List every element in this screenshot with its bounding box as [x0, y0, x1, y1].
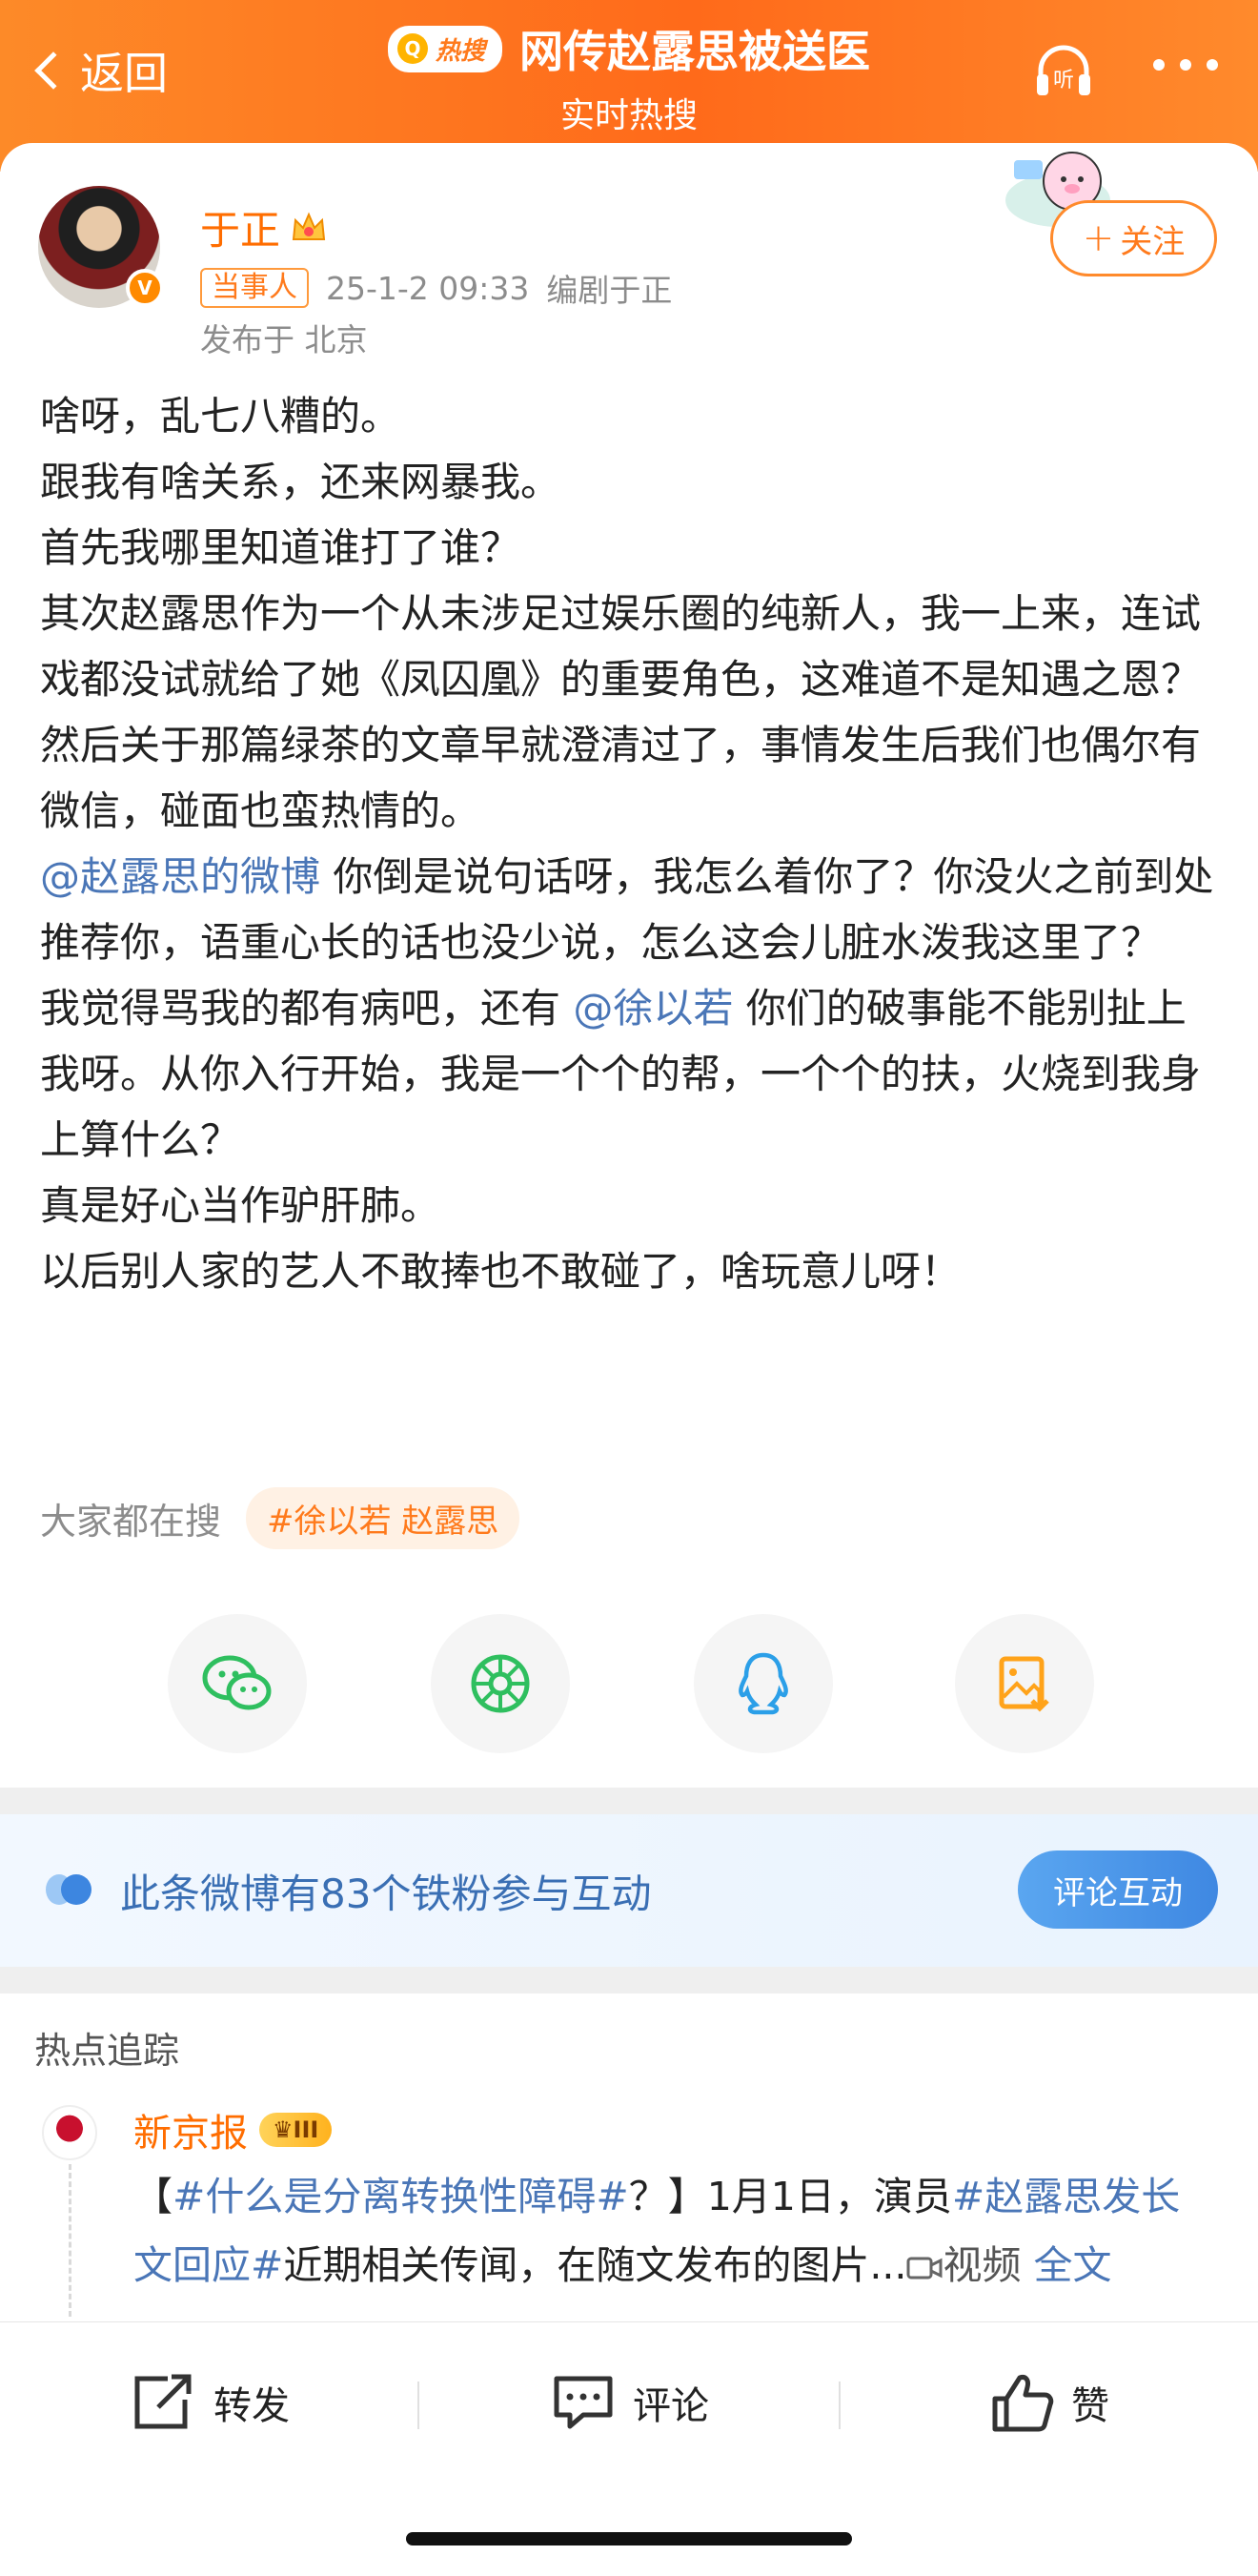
post-line: 跟我有啥关系，还来网暴我。: [40, 459, 561, 505]
separator: [417, 2382, 419, 2429]
headphones-icon[interactable]: 听: [1029, 36, 1098, 105]
post-line: @赵露思的微博 你倒是说句话呀，我怎么着你了？你没火之前到处推荐你，语重心长的话…: [40, 853, 1214, 966]
svg-text:听: 听: [1053, 69, 1074, 92]
plus-icon: +: [1082, 216, 1115, 260]
like-button[interactable]: 赞: [991, 2364, 1109, 2441]
post-location: 发布于 北京: [200, 321, 368, 358]
share-row: [0, 1614, 1258, 1753]
post-line: 啥呀，乱七八糟的。: [40, 393, 401, 440]
post-content: 啥呀，乱七八糟的。 跟我有啥关系，还来网暴我。 首先我哪里知道谁打了谁？ 其次赵…: [40, 383, 1222, 1304]
full-text-link[interactable]: 全文: [1034, 2242, 1112, 2288]
crown-icon: [292, 211, 326, 240]
trending-post-text[interactable]: 【#什么是分离转换性障碍#？】1月1日，演员#赵露思发长文回应#近期相关传闻，在…: [133, 2162, 1210, 2300]
follow-button[interactable]: + 关注: [1050, 200, 1217, 276]
role-tag: 当事人: [200, 268, 309, 308]
mention-link[interactable]: @徐以若: [573, 985, 733, 1032]
mention-link[interactable]: @赵露思的微博: [40, 853, 320, 900]
timeline-line: [69, 2164, 71, 2317]
search-chip[interactable]: #徐以若 赵露思: [246, 1487, 520, 1549]
save-image-button[interactable]: [955, 1614, 1094, 1753]
post-line: 我觉得骂我的都有病吧，还有 @徐以若 你们的破事能不能别扯上我呀。从你入行开始，…: [40, 985, 1202, 1163]
home-indicator: [406, 2532, 852, 2545]
more-options-icon[interactable]: [1153, 59, 1218, 71]
author-description: 编剧于正: [546, 272, 673, 309]
section-divider: [0, 1788, 1258, 1814]
trending-title: 热点追踪: [34, 2030, 180, 2072]
author-name[interactable]: 于正: [200, 198, 328, 256]
search-label: 大家都在搜: [40, 1501, 222, 1543]
share-qq-button[interactable]: [694, 1614, 833, 1753]
source-avatar[interactable]: [42, 2105, 97, 2160]
video-icon: [906, 2257, 943, 2280]
everyone-searching: 大家都在搜 #徐以若 赵露思: [40, 1487, 520, 1549]
post-line: 首先我哪里知道谁打了谁？: [40, 524, 521, 571]
post-timestamp: 25-1-2 09:33: [326, 269, 530, 307]
comment-icon: [554, 2376, 613, 2429]
post-line: 其次赵露思作为一个从未涉足过娱乐圈的纯新人，我一上来，连试戏都没试就给了她《凤囚…: [40, 590, 1202, 703]
qq-icon: [739, 1652, 788, 1715]
share-wechat-button[interactable]: [168, 1614, 307, 1753]
share-moments-button[interactable]: [431, 1614, 570, 1753]
moments-icon: [471, 1654, 530, 1713]
post-line: 真是好心当作驴肝肺。: [40, 1182, 441, 1229]
separator: [839, 2382, 841, 2429]
page-title: 网传赵露思被送医: [519, 26, 870, 77]
fans-icon: [46, 1874, 91, 1905]
save-image-icon: [999, 1656, 1049, 1712]
post-meta: 当事人 25-1-2 09:33 编剧于正: [200, 265, 672, 311]
post-line: 然后关于那篇绿茶的文章早就澄清过了，事情发生后我们也偶尔有微信，碰面也蛮热情的。: [40, 722, 1202, 834]
search-icon: Q: [396, 33, 428, 64]
level-badge: ♛ III: [259, 2113, 333, 2147]
post-line: 以后别人家的艺人不敢捧也不敢碰了，啥玩意儿呀！: [40, 1248, 962, 1295]
fans-interaction-banner: 此条微博有83个铁粉参与互动 评论互动: [0, 1814, 1258, 1967]
repost-button[interactable]: 转发: [130, 2364, 290, 2441]
repost-icon: [134, 2374, 192, 2429]
hot-search-badge: Q 热搜: [387, 25, 502, 72]
source-name[interactable]: 新京报 ♛ III: [133, 2102, 333, 2157]
comment-interact-button[interactable]: 评论互动: [1018, 1850, 1218, 1929]
fans-text: 此条微博有83个铁粉参与互动: [120, 1871, 652, 1917]
verified-badge-icon: V: [126, 269, 164, 307]
comment-button[interactable]: 评论: [551, 2364, 709, 2441]
section-divider: [0, 1967, 1258, 1993]
video-link[interactable]: 视频: [906, 2242, 1021, 2288]
thumbs-up-icon: [992, 2375, 1054, 2432]
hashtag-link[interactable]: #什么是分离转换性障碍#: [172, 2174, 629, 2219]
wechat-icon: [202, 1655, 272, 1710]
